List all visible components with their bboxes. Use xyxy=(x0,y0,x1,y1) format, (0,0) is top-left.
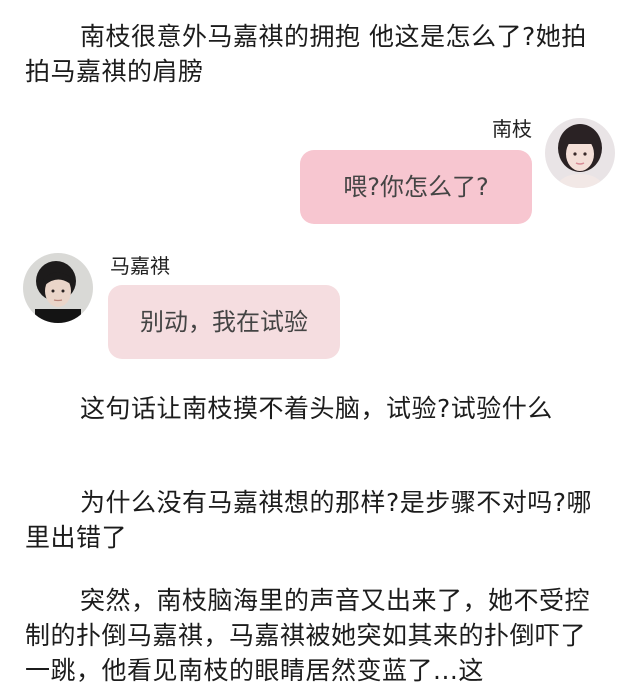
girl-avatar-icon xyxy=(545,118,615,188)
story-paragraph-1: 南枝很意外马嘉祺的拥抱 他这是怎么了?她拍拍马嘉祺的肩膀 xyxy=(25,22,587,86)
story-paragraph-3: 为什么没有马嘉祺想的那样?是步骤不对吗?哪里出错了 xyxy=(25,488,593,552)
speaker-name-majiaqi: 马嘉祺 xyxy=(110,254,170,278)
story-paragraph-2: 这句话让南枝摸不着头脑，试验?试验什么 xyxy=(80,394,553,423)
chat-bubble-nanzhi: 喂?你怎么了? xyxy=(300,150,532,224)
speaker-name-nanzhi: 南枝 xyxy=(492,117,532,141)
chat-message-nanzhi: 喂?你怎么了? xyxy=(343,173,489,201)
boy-avatar-icon xyxy=(23,253,93,323)
chat-message-majiaqi: 别动，我在试验 xyxy=(140,308,308,336)
story-paragraph-4: 突然，南枝脑海里的声音又出来了，她不受控制的扑倒马嘉祺，马嘉祺被她突如其来的扑倒… xyxy=(25,586,591,685)
chat-bubble-majiaqi: 别动，我在试验 xyxy=(108,285,340,359)
